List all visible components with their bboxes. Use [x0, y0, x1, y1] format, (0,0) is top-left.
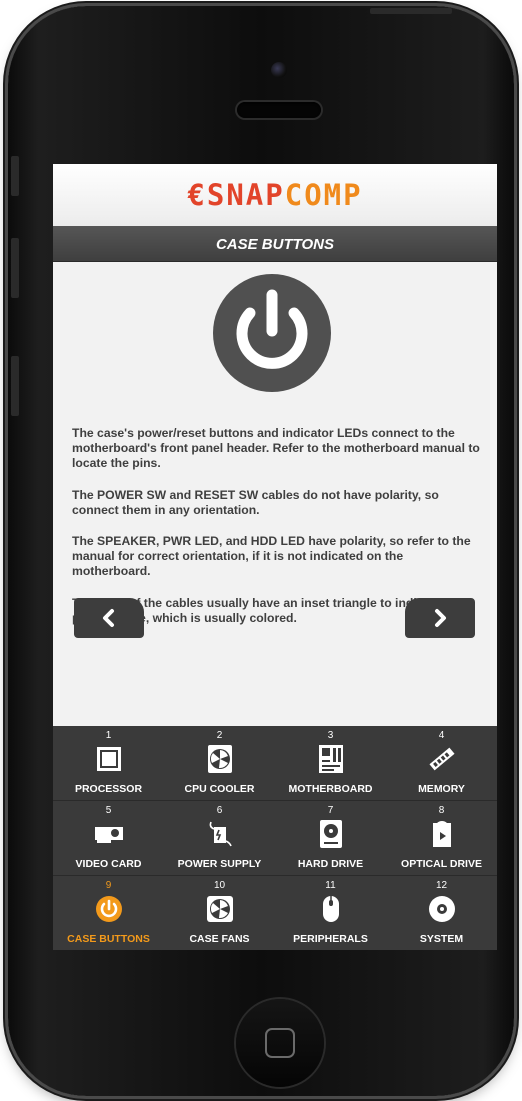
nav-item-label: VIDEO CARD [75, 858, 142, 870]
memory-icon [427, 744, 457, 774]
motherboard-icon [316, 744, 346, 774]
chevron-left-icon [103, 609, 114, 627]
nav-row: 5 VIDEO CARD 6 POWER SUPPLY 7 HARD DRIVE… [53, 801, 497, 876]
front-camera [271, 62, 287, 78]
nav-item-label: MEMORY [418, 783, 465, 795]
power-icon [94, 894, 124, 924]
nav-item-video-card[interactable]: 5 VIDEO CARD [53, 801, 164, 875]
nav-item-power-supply[interactable]: 6 POWER SUPPLY [164, 801, 275, 875]
processor-icon [94, 744, 124, 774]
paragraph: The case's power/reset buttons and indic… [72, 426, 480, 471]
nav-row: 9 CASE BUTTONS 10 CASE FANS 11 PERIPHERA… [53, 876, 497, 950]
app-logo: €SNAPCOMP [187, 178, 362, 212]
nav-item-number: 9 [105, 880, 112, 891]
nav-item-label: CPU COOLER [184, 783, 255, 795]
next-button[interactable] [405, 598, 475, 638]
nav-item-label: POWER SUPPLY [177, 858, 262, 870]
nav-item-number: 11 [325, 880, 336, 891]
nav-item-label: PERIPHERALS [293, 933, 368, 945]
phone-frame: €SNAPCOMP CASE BUTTONS The case's power/… [8, 6, 514, 1096]
nav-item-number: 6 [216, 805, 223, 816]
nav-item-memory[interactable]: 4 MEMORY [386, 726, 497, 800]
nav-row: 1 PROCESSOR 2 CPU COOLER 3 MOTHERBOARD 4… [53, 726, 497, 801]
nav-item-label: HARD DRIVE [297, 858, 364, 870]
fan-icon [205, 894, 235, 924]
nav-item-processor[interactable]: 1 PROCESSOR [53, 726, 164, 800]
nav-item-peripherals[interactable]: 11 PERIPHERALS [275, 876, 386, 950]
nav-item-optical-drive[interactable]: 8 OPTICAL DRIVE [386, 801, 497, 875]
nav-item-system[interactable]: 12 SYSTEM [386, 876, 497, 950]
chevron-right-icon [435, 609, 446, 627]
mute-switch [11, 156, 19, 196]
nav-item-label: CASE BUTTONS [67, 933, 150, 945]
power-supply-icon [205, 819, 235, 849]
nav-item-number: 12 [435, 880, 448, 891]
nav-item-cpu-cooler[interactable]: 2 CPU COOLER [164, 726, 275, 800]
nav-item-label: MOTHERBOARD [288, 783, 373, 795]
video-card-icon [94, 819, 124, 849]
app-screen: €SNAPCOMP CASE BUTTONS The case's power/… [53, 164, 497, 950]
mouse-icon [316, 894, 346, 924]
nav-item-number: 2 [216, 730, 223, 741]
nav-item-hard-drive[interactable]: 7 HARD DRIVE [275, 801, 386, 875]
nav-item-label: PROCESSOR [74, 783, 143, 795]
nav-item-number: 10 [213, 880, 226, 891]
page-title: CASE BUTTONS [53, 226, 497, 262]
nav-item-number: 1 [105, 730, 112, 741]
previous-button[interactable] [74, 598, 144, 638]
nav-item-number: 8 [438, 805, 445, 816]
home-button[interactable] [236, 999, 324, 1087]
nav-item-motherboard[interactable]: 3 MOTHERBOARD [275, 726, 386, 800]
nav-item-case-buttons[interactable]: 9 CASE BUTTONS [53, 876, 164, 950]
volume-down-button [11, 356, 19, 416]
paragraph: The POWER SW and RESET SW cables do not … [72, 487, 439, 517]
logo-part-snap: €SNAP [187, 178, 285, 212]
nav-item-number: 3 [327, 730, 334, 741]
nav-item-label: OPTICAL DRIVE [401, 858, 482, 870]
app-header: €SNAPCOMP [53, 164, 497, 226]
system-icon [427, 894, 457, 924]
nav-item-case-fans[interactable]: 10 CASE FANS [164, 876, 275, 950]
volume-up-button [11, 238, 19, 298]
optical-drive-icon [427, 819, 457, 849]
home-square-icon [265, 1028, 295, 1058]
logo-part-comp: COMP [284, 178, 363, 212]
sleep-button [370, 8, 452, 14]
component-nav-grid: 1 PROCESSOR 2 CPU COOLER 3 MOTHERBOARD 4… [53, 726, 497, 950]
power-icon [212, 273, 332, 393]
nav-item-number: 4 [438, 730, 445, 741]
cpu-cooler-icon [205, 744, 235, 774]
nav-item-number: 5 [105, 805, 112, 816]
hard-drive-icon [316, 819, 346, 849]
paragraph: The SPEAKER, PWR LED, and HDD LED have p… [72, 534, 471, 579]
nav-item-label: CASE FANS [189, 933, 250, 945]
nav-item-label: SYSTEM [419, 933, 464, 945]
nav-item-number: 7 [327, 805, 334, 816]
earpiece-speaker [237, 102, 321, 118]
main-content: The case's power/reset buttons and indic… [53, 262, 497, 724]
